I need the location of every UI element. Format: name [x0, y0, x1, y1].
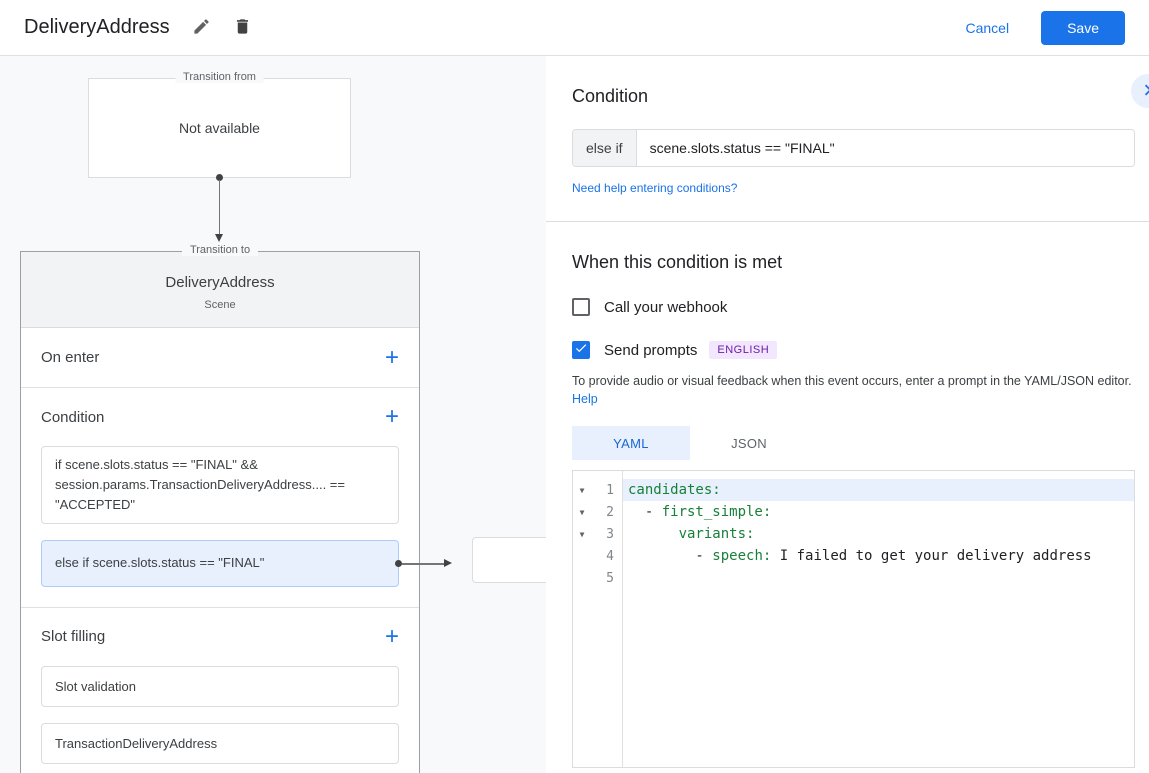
editor-gutter: ▼ 1 ▼ 2 ▼ 3 4 5 [573, 471, 623, 768]
chevron-right-icon [1137, 79, 1149, 104]
slot-filling-item[interactable]: Slot validation [41, 665, 399, 707]
token-key: variants: [678, 526, 755, 543]
condition-item-text: if scene.slots.status == "FINAL" && sess… [55, 457, 345, 513]
token-key: candidates: [628, 482, 721, 499]
editor-lines[interactable]: candidates: - first_simple: variants: - … [623, 471, 1134, 767]
save-button[interactable]: Save [1041, 10, 1125, 45]
transition-target-box[interactable] [472, 537, 546, 583]
code-line[interactable]: - first_simple: [623, 501, 1134, 523]
delete-scene-button[interactable] [233, 17, 252, 39]
on-enter-row[interactable]: On enter + [21, 328, 419, 388]
code-line[interactable]: candidates: [623, 479, 1134, 502]
condition-items: if scene.slots.status == "FINAL" && sess… [21, 446, 452, 587]
fold-arrow-icon[interactable]: ▼ [573, 508, 591, 517]
send-prompts-label: Send prompts [604, 341, 698, 359]
prompts-help-link[interactable]: Help [572, 392, 598, 406]
add-condition-button[interactable]: + [385, 405, 399, 429]
prompts-description-text: To provide audio or visual feedback when… [572, 374, 1132, 388]
token-plain: - [628, 548, 713, 565]
scene-card: Transition to DeliveryAddress Scene On e… [20, 244, 452, 773]
connector-line [218, 180, 221, 235]
cancel-button[interactable]: Cancel [965, 20, 1009, 36]
on-enter-label: On enter [41, 349, 100, 366]
gutter-cell: 5 [573, 567, 622, 589]
section-divider [546, 221, 1149, 222]
fold-arrow-icon[interactable]: ▼ [573, 486, 591, 495]
editor-tabs: YAML JSON [572, 426, 1135, 461]
transition-from-box[interactable]: Transition from Not available [88, 71, 351, 178]
scene-diagram-panel: Transition from Not available Transition… [0, 56, 546, 773]
transition-to-label: Transition to [181, 244, 259, 256]
condition-item-selected[interactable]: else if scene.slots.status == "FINAL" [41, 540, 452, 587]
token-plain: - [628, 504, 662, 521]
gutter-cell: ▼ 2 [573, 501, 622, 523]
scene-card-title: DeliveryAddress [165, 274, 275, 291]
condition-item[interactable]: if scene.slots.status == "FINAL" && sess… [41, 446, 399, 525]
token-key: speech: [712, 548, 772, 565]
when-met-title: When this condition is met [572, 252, 783, 272]
tab-yaml[interactable]: YAML [572, 426, 690, 461]
slot-filling-section-label: Slot filling [41, 628, 106, 646]
webhook-label: Call your webhook [604, 298, 728, 316]
transition-from-content: Not available [179, 120, 260, 136]
condition-section: Condition + if scene.slots.status == "FI… [21, 388, 452, 608]
pencil-icon [192, 18, 211, 39]
condition-section-header: Condition + [21, 388, 419, 446]
page-title: DeliveryAddress [24, 16, 170, 38]
panel-title: Condition [572, 86, 649, 106]
connector-arrowhead-icon [215, 234, 223, 242]
code-line[interactable]: variants: [623, 523, 1134, 545]
add-on-enter-button[interactable]: + [385, 345, 399, 370]
connector-arrowhead-icon [444, 558, 452, 567]
condition-section-label: Condition [41, 408, 105, 426]
webhook-checkbox-row[interactable]: Call your webhook [572, 298, 1135, 316]
token-key: first_simple: [661, 504, 772, 521]
gutter-cell: ▼ 3 [573, 523, 622, 545]
slot-filling-section: Slot filling + Slot validation Transactio… [21, 608, 419, 773]
token-text: I failed to get your delivery address [771, 548, 1092, 565]
slot-filling-section-header: Slot filling + [21, 608, 419, 666]
line-number: 2 [606, 504, 614, 520]
prompts-description: To provide audio or visual feedback when… [572, 372, 1135, 408]
line-number: 1 [606, 482, 614, 498]
checkmark-icon [574, 341, 588, 360]
code-line[interactable] [623, 567, 1134, 589]
fold-arrow-icon[interactable]: ▼ [573, 530, 591, 539]
tab-json[interactable]: JSON [690, 426, 808, 460]
scene-card-subtitle: Scene [204, 299, 236, 311]
line-number: 4 [606, 548, 614, 564]
transition-arrow [215, 174, 224, 242]
send-prompts-checkbox[interactable] [572, 341, 590, 359]
conditions-help-link[interactable]: Need help entering conditions? [572, 181, 737, 195]
condition-value-input[interactable] [636, 130, 1134, 166]
slot-filling-item[interactable]: TransactionDeliveryAddress [41, 722, 399, 764]
gutter-cell: 4 [573, 545, 622, 567]
add-slot-button[interactable]: + [385, 624, 399, 649]
line-number: 5 [606, 570, 614, 586]
send-prompts-checkbox-row[interactable]: Send prompts ENGLISH [572, 341, 1135, 359]
scene-card-header[interactable]: DeliveryAddress Scene [21, 252, 419, 328]
edit-title-button[interactable] [192, 17, 211, 39]
language-badge: ENGLISH [709, 341, 778, 359]
code-editor[interactable]: ▼ 1 ▼ 2 ▼ 3 4 5 candidates: - first_simple: var… [572, 470, 1135, 769]
condition-prefix: else if [573, 130, 637, 166]
trash-icon [233, 18, 252, 39]
gutter-cell: ▼ 1 [573, 479, 622, 501]
code-line[interactable]: - speech: I failed to get your delivery … [623, 545, 1134, 567]
connector-line [402, 563, 446, 565]
condition-editor-panel: Condition else if Need help entering con… [546, 56, 1149, 773]
webhook-checkbox[interactable] [572, 298, 590, 316]
line-number: 3 [606, 526, 614, 542]
connector-start-dot [395, 559, 402, 567]
condition-item-text: else if scene.slots.status == "FINAL" [55, 555, 265, 571]
top-bar: DeliveryAddress Cancel Save [0, 0, 1149, 56]
slot-items: Slot validation TransactionDeliveryAddres… [21, 665, 419, 764]
transition-from-label: Transition from [175, 71, 264, 83]
condition-input-group: else if [572, 129, 1135, 167]
